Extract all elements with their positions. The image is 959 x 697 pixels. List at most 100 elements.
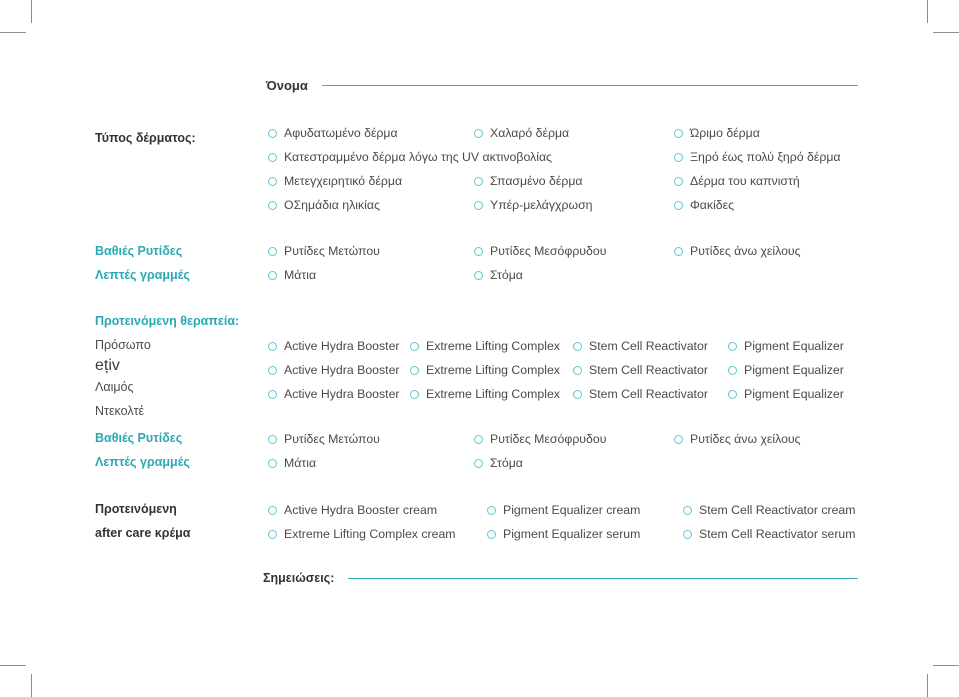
treatment-area-label: Ντεκολτέ: [95, 404, 145, 418]
treatment-option[interactable]: Pigment Equalizer: [728, 339, 844, 353]
wrinkle-option[interactable]: Ρυτίδες Μεσόφρυδου: [474, 432, 606, 446]
skin-type-option[interactable]: Υπέρ-μελάγχρωση: [474, 198, 593, 212]
skin-type-option[interactable]: Αφυδατωμένο δέρμα: [268, 126, 398, 140]
radio-circle-icon[interactable]: [268, 246, 277, 256]
radio-circle-icon[interactable]: [683, 505, 692, 515]
skin-type-option[interactable]: ΟΣημάδια ηλικίας: [268, 198, 380, 212]
radio-circle-icon[interactable]: [268, 152, 277, 162]
aftercare-option[interactable]: Active Hydra Booster cream: [268, 503, 437, 517]
aftercare-option[interactable]: Stem Cell Reactivator serum: [683, 527, 856, 541]
skin-type-option[interactable]: Δέρμα του καπνιστή: [674, 174, 800, 188]
notes-write-in-line[interactable]: [348, 577, 858, 579]
treatment-option[interactable]: Stem Cell Reactivator: [573, 387, 708, 401]
radio-circle-icon[interactable]: [474, 434, 483, 444]
radio-circle-icon[interactable]: [410, 389, 419, 399]
treatment-option[interactable]: Extreme Lifting Complex: [410, 387, 560, 401]
wrinkle-option[interactable]: Ρυτίδες άνω χείλους: [674, 244, 801, 258]
radio-circle-icon[interactable]: [674, 128, 683, 138]
option-label: Pigment Equalizer cream: [503, 503, 641, 517]
option-label: Extreme Lifting Complex: [426, 339, 560, 353]
wrinkles-2-label-column: Βαθιές Ρυτίδες Λεπτές γραμμές: [95, 426, 190, 474]
radio-circle-icon[interactable]: [268, 529, 277, 539]
radio-circle-icon[interactable]: [683, 529, 692, 539]
option-label: Ξηρό έως πολύ ξηρό δέρμα: [690, 150, 841, 164]
radio-circle-icon[interactable]: [268, 458, 277, 468]
radio-circle-icon[interactable]: [728, 365, 737, 375]
treatment-option[interactable]: Extreme Lifting Complex: [410, 363, 560, 377]
option-label: Ρυτίδες άνω χείλους: [690, 244, 801, 258]
radio-circle-icon[interactable]: [474, 128, 483, 138]
skin-type-option[interactable]: Κατεστραμμένο δέρμα λόγω της UV ακτινοβο…: [268, 150, 552, 164]
radio-circle-icon[interactable]: [268, 128, 277, 138]
radio-circle-icon[interactable]: [487, 505, 496, 515]
wrinkle-option[interactable]: Ρυτίδες Μεσόφρυδου: [474, 244, 606, 258]
name-write-in-line[interactable]: [321, 85, 858, 86]
option-label: Extreme Lifting Complex cream: [284, 527, 456, 541]
aftercare-option[interactable]: Pigment Equalizer serum: [487, 527, 640, 541]
radio-circle-icon[interactable]: [474, 246, 483, 256]
skin-type-option[interactable]: Ώριμο δέρμα: [674, 126, 760, 140]
radio-circle-icon[interactable]: [674, 176, 683, 186]
option-label: Χαλαρό δέρμα: [490, 126, 570, 140]
option-label: Pigment Equalizer: [744, 363, 844, 377]
radio-circle-icon[interactable]: [410, 341, 419, 351]
radio-circle-icon[interactable]: [674, 200, 683, 210]
wrinkle-option[interactable]: Ρυτίδες Μετώπου: [268, 432, 380, 446]
radio-circle-icon[interactable]: [573, 365, 582, 375]
radio-circle-icon[interactable]: [474, 458, 483, 468]
radio-circle-icon[interactable]: [474, 200, 483, 210]
radio-circle-icon[interactable]: [487, 529, 496, 539]
radio-circle-icon[interactable]: [474, 270, 483, 280]
radio-circle-icon[interactable]: [268, 200, 277, 210]
treatment-option[interactable]: Pigment Equalizer: [728, 387, 844, 401]
radio-circle-icon[interactable]: [268, 505, 277, 515]
aftercare-option[interactable]: Stem Cell Reactivator cream: [683, 503, 856, 517]
radio-circle-icon[interactable]: [268, 176, 277, 186]
option-label: Active Hydra Booster cream: [284, 503, 438, 517]
wrinkle-option[interactable]: Μάτια: [268, 268, 316, 282]
skin-type-option[interactable]: Χαλαρό δέρμα: [474, 126, 569, 140]
option-label: Pigment Equalizer: [744, 387, 844, 401]
radio-circle-icon[interactable]: [268, 389, 277, 399]
radio-circle-icon[interactable]: [268, 365, 277, 375]
fine-lines-label-2: Λεπτές γραμμές: [95, 455, 190, 469]
treatment-option[interactable]: Active Hydra Booster: [268, 363, 400, 377]
deep-wrinkles-label-1: Βαθιές Ρυτίδες: [95, 244, 183, 258]
option-label: Ρυτίδες Μεσόφρυδου: [490, 432, 607, 446]
option-label: Ρυτίδες Μετώπου: [284, 244, 380, 258]
radio-circle-icon[interactable]: [573, 341, 582, 351]
option-label: Μάτια: [284, 268, 317, 282]
radio-circle-icon[interactable]: [674, 152, 683, 162]
skin-type-option[interactable]: Μετεγχειρητικό δέρμα: [268, 174, 402, 188]
skin-type-option[interactable]: Φακίδες: [674, 198, 734, 212]
aftercare-option[interactable]: Extreme Lifting Complex cream: [268, 527, 456, 541]
skin-type-option[interactable]: Ξηρό έως πολύ ξηρό δέρμα: [674, 150, 841, 164]
radio-circle-icon[interactable]: [268, 341, 277, 351]
skin-type-option[interactable]: Σπασμένο δέρμα: [474, 174, 583, 188]
aftercare-option[interactable]: Pigment Equalizer cream: [487, 503, 640, 517]
treatment-option[interactable]: Active Hydra Booster: [268, 339, 400, 353]
wrinkle-option[interactable]: Στόμα: [474, 456, 523, 470]
radio-circle-icon[interactable]: [410, 365, 419, 375]
radio-circle-icon[interactable]: [573, 389, 582, 399]
wrinkle-option[interactable]: Ρυτίδες άνω χείλους: [674, 432, 801, 446]
wrinkle-option[interactable]: Στόμα: [474, 268, 523, 282]
radio-circle-icon[interactable]: [674, 246, 683, 256]
aftercare-label-column: Προτεινόμενη after care κρέμα: [95, 497, 190, 545]
option-label: Stem Cell Reactivator: [589, 363, 708, 377]
treatment-option[interactable]: Active Hydra Booster: [268, 387, 400, 401]
radio-circle-icon[interactable]: [268, 270, 277, 280]
skin-type-label: Τύπος δέρματος:: [95, 131, 196, 145]
treatment-option[interactable]: Extreme Lifting Complex: [410, 339, 560, 353]
treatment-option[interactable]: Stem Cell Reactivator: [573, 363, 708, 377]
radio-circle-icon[interactable]: [268, 434, 277, 444]
radio-circle-icon[interactable]: [474, 176, 483, 186]
radio-circle-icon[interactable]: [728, 341, 737, 351]
radio-circle-icon[interactable]: [728, 389, 737, 399]
option-label: Φακίδες: [690, 198, 735, 212]
radio-circle-icon[interactable]: [674, 434, 683, 444]
wrinkle-option[interactable]: Μάτια: [268, 456, 316, 470]
treatment-option[interactable]: Pigment Equalizer: [728, 363, 844, 377]
treatment-option[interactable]: Stem Cell Reactivator: [573, 339, 708, 353]
wrinkle-option[interactable]: Ρυτίδες Μετώπου: [268, 244, 380, 258]
